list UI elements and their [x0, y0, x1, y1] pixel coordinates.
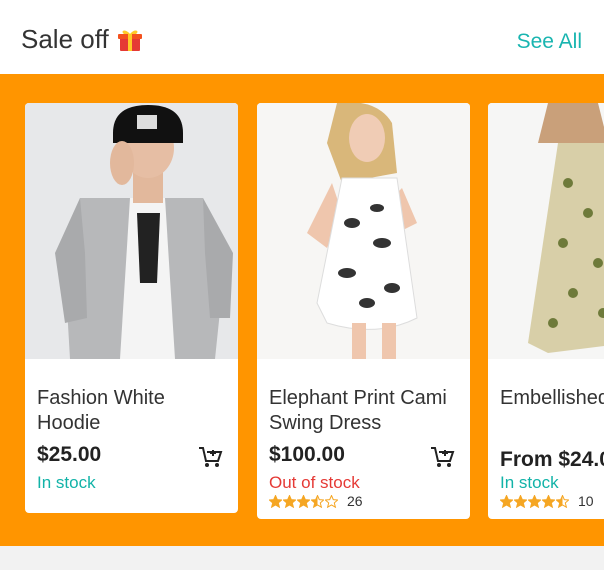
section-title-text: Sale off: [21, 24, 109, 54]
section-title: Sale off: [21, 24, 143, 55]
star-icon: [527, 493, 542, 508]
stock-status: In stock: [37, 473, 96, 492]
product-image[interactable]: [257, 103, 470, 359]
star-icon: [555, 493, 570, 508]
stock-status: Out of stock: [269, 473, 360, 492]
see-all-link[interactable]: See All: [517, 30, 582, 54]
product-image[interactable]: [488, 103, 604, 359]
product-card[interactable]: Fashion White Hoodie $25.00 In stock: [25, 103, 238, 513]
star-icon: [499, 493, 514, 508]
product-card[interactable]: Elephant Print Cami Swing Dress $100.00 …: [257, 103, 470, 519]
product-rating: 26: [268, 493, 363, 509]
product-name[interactable]: Embellished: [500, 386, 604, 411]
star-icon: [541, 493, 556, 508]
section-header: Sale off See All: [0, 0, 604, 74]
star-rating: [499, 493, 570, 508]
product-card[interactable]: Embellished From $24.00 In stock 10: [488, 103, 604, 519]
star-icon: [296, 493, 311, 508]
product-name[interactable]: Elephant Print Cami Swing Dress: [269, 386, 469, 436]
sale-carousel[interactable]: Fashion White Hoodie $25.00 In stock Ele…: [0, 74, 604, 546]
add-to-cart-icon[interactable]: [429, 444, 455, 470]
product-rating: 10: [499, 493, 594, 509]
rating-count: 26: [347, 493, 363, 509]
product-image[interactable]: [25, 103, 238, 359]
product-name[interactable]: Fashion White Hoodie: [37, 386, 237, 436]
product-price: $100.00: [269, 443, 345, 466]
product-price: $25.00: [37, 443, 102, 466]
star-rating: [268, 493, 339, 508]
star-icon: [513, 493, 528, 508]
rating-count: 10: [578, 493, 594, 509]
stock-status: In stock: [500, 473, 559, 492]
product-price: From $24.00: [500, 448, 604, 471]
star-icon: [268, 493, 283, 508]
star-icon: [324, 493, 339, 508]
star-icon: [282, 493, 297, 508]
add-to-cart-icon[interactable]: [197, 444, 223, 470]
star-icon: [310, 493, 325, 508]
gift-icon: [117, 27, 143, 53]
bottom-divider: [0, 546, 604, 570]
